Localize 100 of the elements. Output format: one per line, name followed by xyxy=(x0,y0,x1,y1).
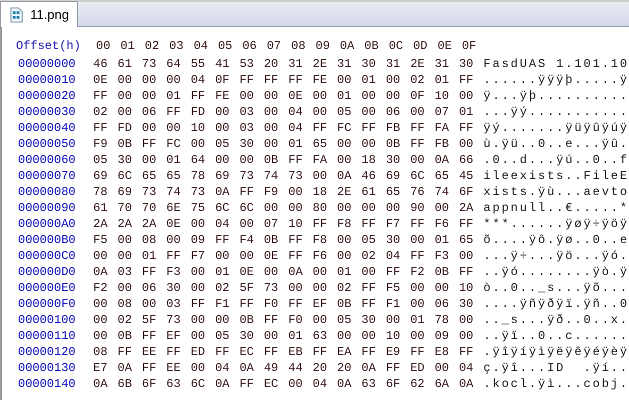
hex-byte: 65 xyxy=(312,137,328,151)
ascii-text: ***......ÿøÿ÷ÿöÿ xyxy=(483,217,629,231)
hex-byte: 10 xyxy=(288,217,304,231)
ascii-text: ......ÿÿÿþ.....ÿ xyxy=(483,73,629,87)
hex-byte: 0E xyxy=(93,73,109,87)
hex-byte: 69 xyxy=(93,169,109,183)
hex-byte: 0E xyxy=(239,265,255,279)
hex-byte: ED xyxy=(190,345,206,359)
hex-byte: 01 xyxy=(166,89,182,103)
column-heading: 0B xyxy=(364,39,380,53)
hex-byte: 0A xyxy=(239,361,255,375)
hex-byte: F7 xyxy=(386,217,402,231)
hex-byte: 00 xyxy=(239,89,255,103)
ascii-text: .._s...ÿð..0..x. xyxy=(483,313,629,327)
row-offset: 00000030 xyxy=(17,105,77,119)
hex-byte: 6C xyxy=(215,201,230,215)
ascii-text: xists.ÿù...aevto xyxy=(483,185,629,199)
hex-byte: 10 xyxy=(386,329,402,343)
hex-byte: 69 xyxy=(215,169,230,183)
hex-byte: 73 xyxy=(239,169,255,183)
hex-byte: 00 xyxy=(386,201,402,215)
hex-byte: 80 xyxy=(312,201,328,215)
ascii-text: .ÿîÿíÿìÿëÿêÿéÿèÿ xyxy=(483,345,629,359)
hex-byte: 00 xyxy=(215,153,230,167)
hex-byte: 0A xyxy=(361,361,377,375)
hex-byte: 65 xyxy=(386,185,402,199)
hex-byte: 0B xyxy=(118,137,133,151)
hex-byte: FF xyxy=(410,121,426,135)
hex-byte: 31 xyxy=(386,57,402,71)
hex-byte: 00 xyxy=(288,201,304,215)
hex-byte: FF xyxy=(264,345,280,359)
hex-byte: 00 xyxy=(361,265,377,279)
hex-byte: 0B xyxy=(337,297,352,311)
ascii-text: ....ÿñÿðÿï.ÿñ..0 xyxy=(483,297,629,311)
hex-byte: 00 xyxy=(239,217,255,231)
hex-byte: 00 xyxy=(215,313,230,327)
hex-byte: 00 xyxy=(288,281,304,295)
hex-byte: 05 xyxy=(337,105,352,119)
hex-byte: 0F xyxy=(215,73,230,87)
hex-byte: 00 xyxy=(142,153,158,167)
hex-byte: 74 xyxy=(434,185,450,199)
hex-byte: 00 xyxy=(264,201,280,215)
hex-byte: 08 xyxy=(118,297,133,311)
hex-byte: 03 xyxy=(239,105,255,119)
hex-byte: 04 xyxy=(215,217,230,231)
hex-byte: 05 xyxy=(215,329,230,343)
hex-byte: FF xyxy=(312,121,328,135)
hex-byte: 00 xyxy=(458,249,474,263)
hex-byte: FF xyxy=(410,345,426,359)
hex-byte: 0A xyxy=(215,377,230,391)
ascii-text: ..ÿï..0..c...... xyxy=(483,329,629,343)
hex-byte: 00 xyxy=(93,329,109,343)
hex-byte: 00 xyxy=(458,313,474,327)
hex-byte: 05 xyxy=(93,153,109,167)
hex-byte: 0A xyxy=(337,377,352,391)
row-offset: 00000000 xyxy=(17,57,77,71)
hex-byte: 30 xyxy=(458,57,474,71)
hex-byte: 00 xyxy=(118,105,133,119)
hex-byte: 04 xyxy=(288,121,304,135)
column-heading: 09 xyxy=(316,39,331,53)
hex-byte: 0A xyxy=(93,377,109,391)
hex-byte: 6F xyxy=(142,377,158,391)
hex-byte: FD xyxy=(190,105,206,119)
hex-byte: FF xyxy=(239,377,255,391)
hex-byte: 30 xyxy=(361,313,377,327)
hex-byte: 07 xyxy=(434,105,450,119)
hex-byte: 00 xyxy=(166,121,182,135)
hex-byte: 00 xyxy=(190,265,206,279)
hex-byte: 00 xyxy=(458,137,474,151)
hex-byte: 00 xyxy=(434,361,450,375)
hex-byte: 00 xyxy=(166,73,182,87)
hex-byte: FF xyxy=(239,185,255,199)
hex-byte: 01 xyxy=(166,153,182,167)
hex-byte: FF xyxy=(190,89,206,103)
hex-byte: 30 xyxy=(239,137,255,151)
hex-byte: 30 xyxy=(239,329,255,343)
hex-byte: 00 xyxy=(410,153,426,167)
hex-byte: 01 xyxy=(410,313,426,327)
hex-byte: F5 xyxy=(386,281,402,295)
hex-byte: 0B xyxy=(118,329,133,343)
hex-byte: 0A xyxy=(215,185,230,199)
hex-byte: 30 xyxy=(118,153,133,167)
hex-byte: 00 xyxy=(410,329,426,343)
hex-byte: 04 xyxy=(190,73,206,87)
hex-byte: FD xyxy=(118,121,133,135)
hex-byte: 02 xyxy=(337,281,352,295)
hex-byte: 00 xyxy=(361,201,377,215)
hex-byte: 05 xyxy=(361,233,377,247)
hex-byte: 00 xyxy=(142,121,158,135)
hex-byte: 20 xyxy=(264,57,280,71)
hex-byte: EE xyxy=(166,361,182,375)
hex-byte: 00 xyxy=(215,105,230,119)
row-offset: 000000D0 xyxy=(17,265,77,279)
hex-byte: FF xyxy=(142,329,158,343)
hex-byte: 03 xyxy=(118,265,133,279)
hex-byte: FE xyxy=(215,89,230,103)
hex-byte: 00 xyxy=(142,297,158,311)
file-tab[interactable]: 11.png xyxy=(0,1,78,27)
hex-byte: 04 xyxy=(458,361,474,375)
hex-byte: FF xyxy=(190,297,206,311)
